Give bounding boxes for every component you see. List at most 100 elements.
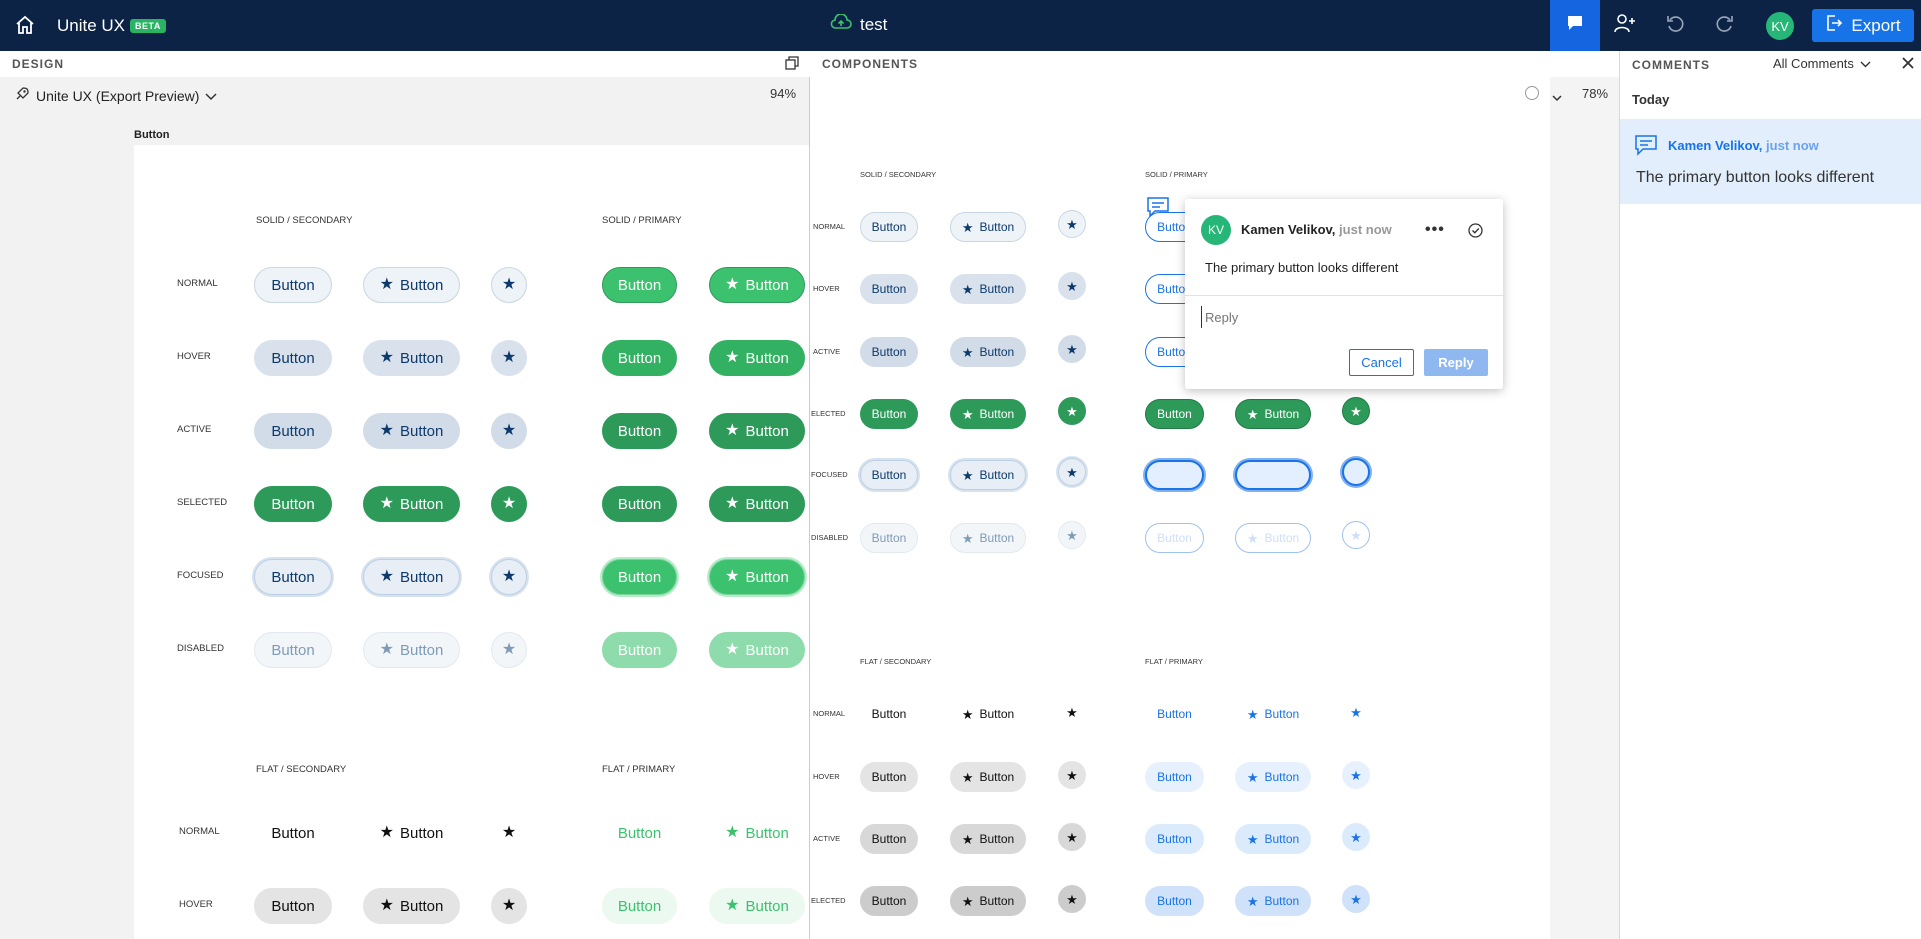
button-sec-hover-both[interactable]: ★ Button — [950, 274, 1026, 304]
button-sec-selected-both[interactable]: ★ Button — [950, 399, 1026, 429]
comments-toggle-button[interactable] — [1550, 0, 1600, 51]
component-indicator-icon[interactable] — [1525, 86, 1539, 100]
button-fsec-hover-both[interactable]: ★ Button — [363, 888, 460, 924]
button-fsec-normal-icon[interactable]: ★ — [1058, 698, 1086, 726]
file-selector[interactable]: Unite UX (Export Preview) — [14, 86, 217, 105]
button-sec-disabled-text[interactable]: Button — [860, 523, 918, 553]
button-pri-selected-both[interactable]: ★ Button — [709, 486, 805, 522]
button-pri-focused-both[interactable]: ★ Button — [709, 559, 805, 595]
button-cfpri-active-text[interactable]: Button — [1145, 824, 1204, 854]
share-button[interactable] — [1600, 0, 1650, 51]
button-cfpri-selected-both[interactable]: ★ Button — [1235, 886, 1311, 916]
button-sec-focused-text[interactable]: Button — [860, 460, 918, 490]
button-sec-active-icon[interactable]: ★ — [1058, 335, 1086, 363]
button-sec-selected-icon[interactable]: ★ — [491, 486, 527, 522]
button-fsec-hover-text[interactable]: Button — [254, 888, 332, 924]
button-cfpri-normal-icon[interactable]: ★ — [1342, 698, 1370, 726]
button-fsec-normal-both[interactable]: ★ Button — [363, 815, 460, 851]
button-cpri-disabled-icon[interactable]: ★ — [1342, 521, 1370, 549]
button-sec-disabled-text[interactable]: Button — [254, 632, 332, 668]
button-sec-selected-text[interactable]: Button — [254, 486, 332, 522]
design-zoom[interactable]: 94% — [770, 86, 796, 101]
button-fpri-normal-text[interactable]: Button — [602, 815, 677, 851]
button-fsec-hover-both[interactable]: ★ Button — [950, 762, 1026, 792]
button-sec-disabled-icon[interactable]: ★ — [491, 632, 527, 668]
comment-item[interactable]: Kamen Velikov, just now The primary butt… — [1620, 119, 1921, 204]
button-sec-hover-both[interactable]: ★ Button — [363, 340, 460, 376]
undo-button[interactable] — [1650, 0, 1700, 51]
button-sec-hover-icon[interactable]: ★ — [1058, 272, 1086, 300]
button-fsec-hover-icon[interactable]: ★ — [1058, 761, 1086, 789]
button-sec-selected-icon[interactable]: ★ — [1058, 397, 1086, 425]
button-cfpri-hover-text[interactable]: Button — [1145, 762, 1204, 792]
button-sec-normal-text[interactable]: Button — [254, 267, 332, 303]
button-sec-active-icon[interactable]: ★ — [491, 413, 527, 449]
comment-marker-icon[interactable] — [1146, 196, 1170, 223]
button-sec-disabled-both[interactable]: ★ Button — [950, 523, 1026, 553]
close-icon[interactable] — [1902, 56, 1914, 74]
reply-button[interactable]: Reply — [1424, 349, 1488, 376]
button-sec-selected-both[interactable]: ★ Button — [363, 486, 460, 522]
button-sec-active-both[interactable]: ★ Button — [363, 413, 460, 449]
button-pri-selected-text[interactable]: Button — [602, 486, 677, 522]
button-cfpri-hover-icon[interactable]: ★ — [1342, 761, 1370, 789]
button-cpri-selected-text[interactable]: Button — [1145, 399, 1204, 429]
button-cfpri-selected-text[interactable]: Button — [1145, 886, 1204, 916]
button-sec-normal-both[interactable]: ★ Button — [950, 212, 1026, 242]
home-icon[interactable] — [14, 14, 36, 36]
button-fsec-active-both[interactable]: ★ Button — [950, 824, 1026, 854]
button-cpri-selected-icon[interactable]: ★ — [1342, 397, 1370, 425]
button-sec-normal-both[interactable]: ★ Button — [363, 267, 460, 303]
components-zoom[interactable]: 78% — [1582, 86, 1608, 101]
button-fsec-hover-text[interactable]: Button — [860, 762, 918, 792]
button-sec-disabled-icon[interactable]: ★ — [1058, 521, 1086, 549]
button-pri-disabled-text[interactable]: Button — [602, 632, 677, 668]
reply-input[interactable] — [1201, 306, 1481, 328]
user-avatar[interactable]: KV — [1766, 12, 1794, 40]
button-sec-hover-text[interactable]: Button — [860, 274, 918, 304]
button-pri-disabled-both[interactable]: ★ Button — [709, 632, 805, 668]
button-cfpri-active-both[interactable]: ★ Button — [1235, 824, 1311, 854]
button-fpri-hover-both[interactable]: ★ Button — [709, 888, 805, 924]
button-fsec-normal-text[interactable]: Button — [254, 815, 332, 851]
button-sec-focused-icon[interactable]: ★ — [491, 559, 527, 595]
button-cfpri-active-icon[interactable]: ★ — [1342, 823, 1370, 851]
redo-button[interactable] — [1700, 0, 1750, 51]
button-cfpri-hover-both[interactable]: ★ Button — [1235, 762, 1311, 792]
button-pri-hover-both[interactable]: ★ Button — [709, 340, 805, 376]
button-sec-active-both[interactable]: ★ Button — [950, 337, 1026, 367]
button-pri-normal-text[interactable]: Button — [602, 267, 677, 303]
comments-filter-dropdown[interactable]: All Comments — [1773, 56, 1871, 71]
cancel-button[interactable]: Cancel — [1349, 349, 1414, 376]
button-cfpri-normal-both[interactable]: ★ Button — [1235, 699, 1311, 729]
button-pri-normal-both[interactable]: ★ Button — [709, 267, 805, 303]
button-sec-active-text[interactable]: Button — [860, 337, 918, 367]
more-options-icon[interactable]: ••• — [1425, 221, 1445, 239]
export-button[interactable]: Export — [1812, 9, 1914, 42]
button-sec-disabled-both[interactable]: ★ Button — [363, 632, 460, 668]
button-pri-active-text[interactable]: Button — [602, 413, 677, 449]
button-sec-focused-icon[interactable]: ★ — [1058, 458, 1086, 486]
button-sec-active-text[interactable]: Button — [254, 413, 332, 449]
button-cpri-selected-both[interactable]: ★ Button — [1235, 399, 1311, 429]
button-pri-focused-text[interactable]: Button — [602, 559, 677, 595]
button-sec-selected-text[interactable]: Button — [860, 399, 918, 429]
button-fpri-hover-text[interactable]: Button — [602, 888, 677, 924]
button-fsec-active-text[interactable]: Button — [860, 824, 918, 854]
button-cpri-disabled-both[interactable]: ★ Button — [1235, 523, 1311, 553]
button-cpri-focused-both[interactable]: ★ Button — [1235, 460, 1311, 490]
button-cpri-focused-icon[interactable]: ★ — [1342, 458, 1370, 486]
button-sec-hover-icon[interactable]: ★ — [491, 340, 527, 376]
button-fpri-normal-both[interactable]: ★ Button — [709, 815, 805, 851]
button-fsec-normal-icon[interactable]: ★ — [491, 815, 527, 851]
button-fsec-selected-both[interactable]: ★ Button — [950, 886, 1026, 916]
button-fsec-active-icon[interactable]: ★ — [1058, 823, 1086, 851]
button-sec-focused-both[interactable]: ★ Button — [950, 460, 1026, 490]
button-sec-normal-text[interactable]: Button — [860, 212, 918, 242]
button-sec-focused-both[interactable]: ★ Button — [363, 559, 460, 595]
button-cfpri-selected-icon[interactable]: ★ — [1342, 885, 1370, 913]
button-sec-hover-text[interactable]: Button — [254, 340, 332, 376]
button-sec-normal-icon[interactable]: ★ — [1058, 210, 1086, 238]
button-fsec-selected-text[interactable]: Button — [860, 886, 918, 916]
button-fsec-normal-both[interactable]: ★ Button — [950, 699, 1026, 729]
